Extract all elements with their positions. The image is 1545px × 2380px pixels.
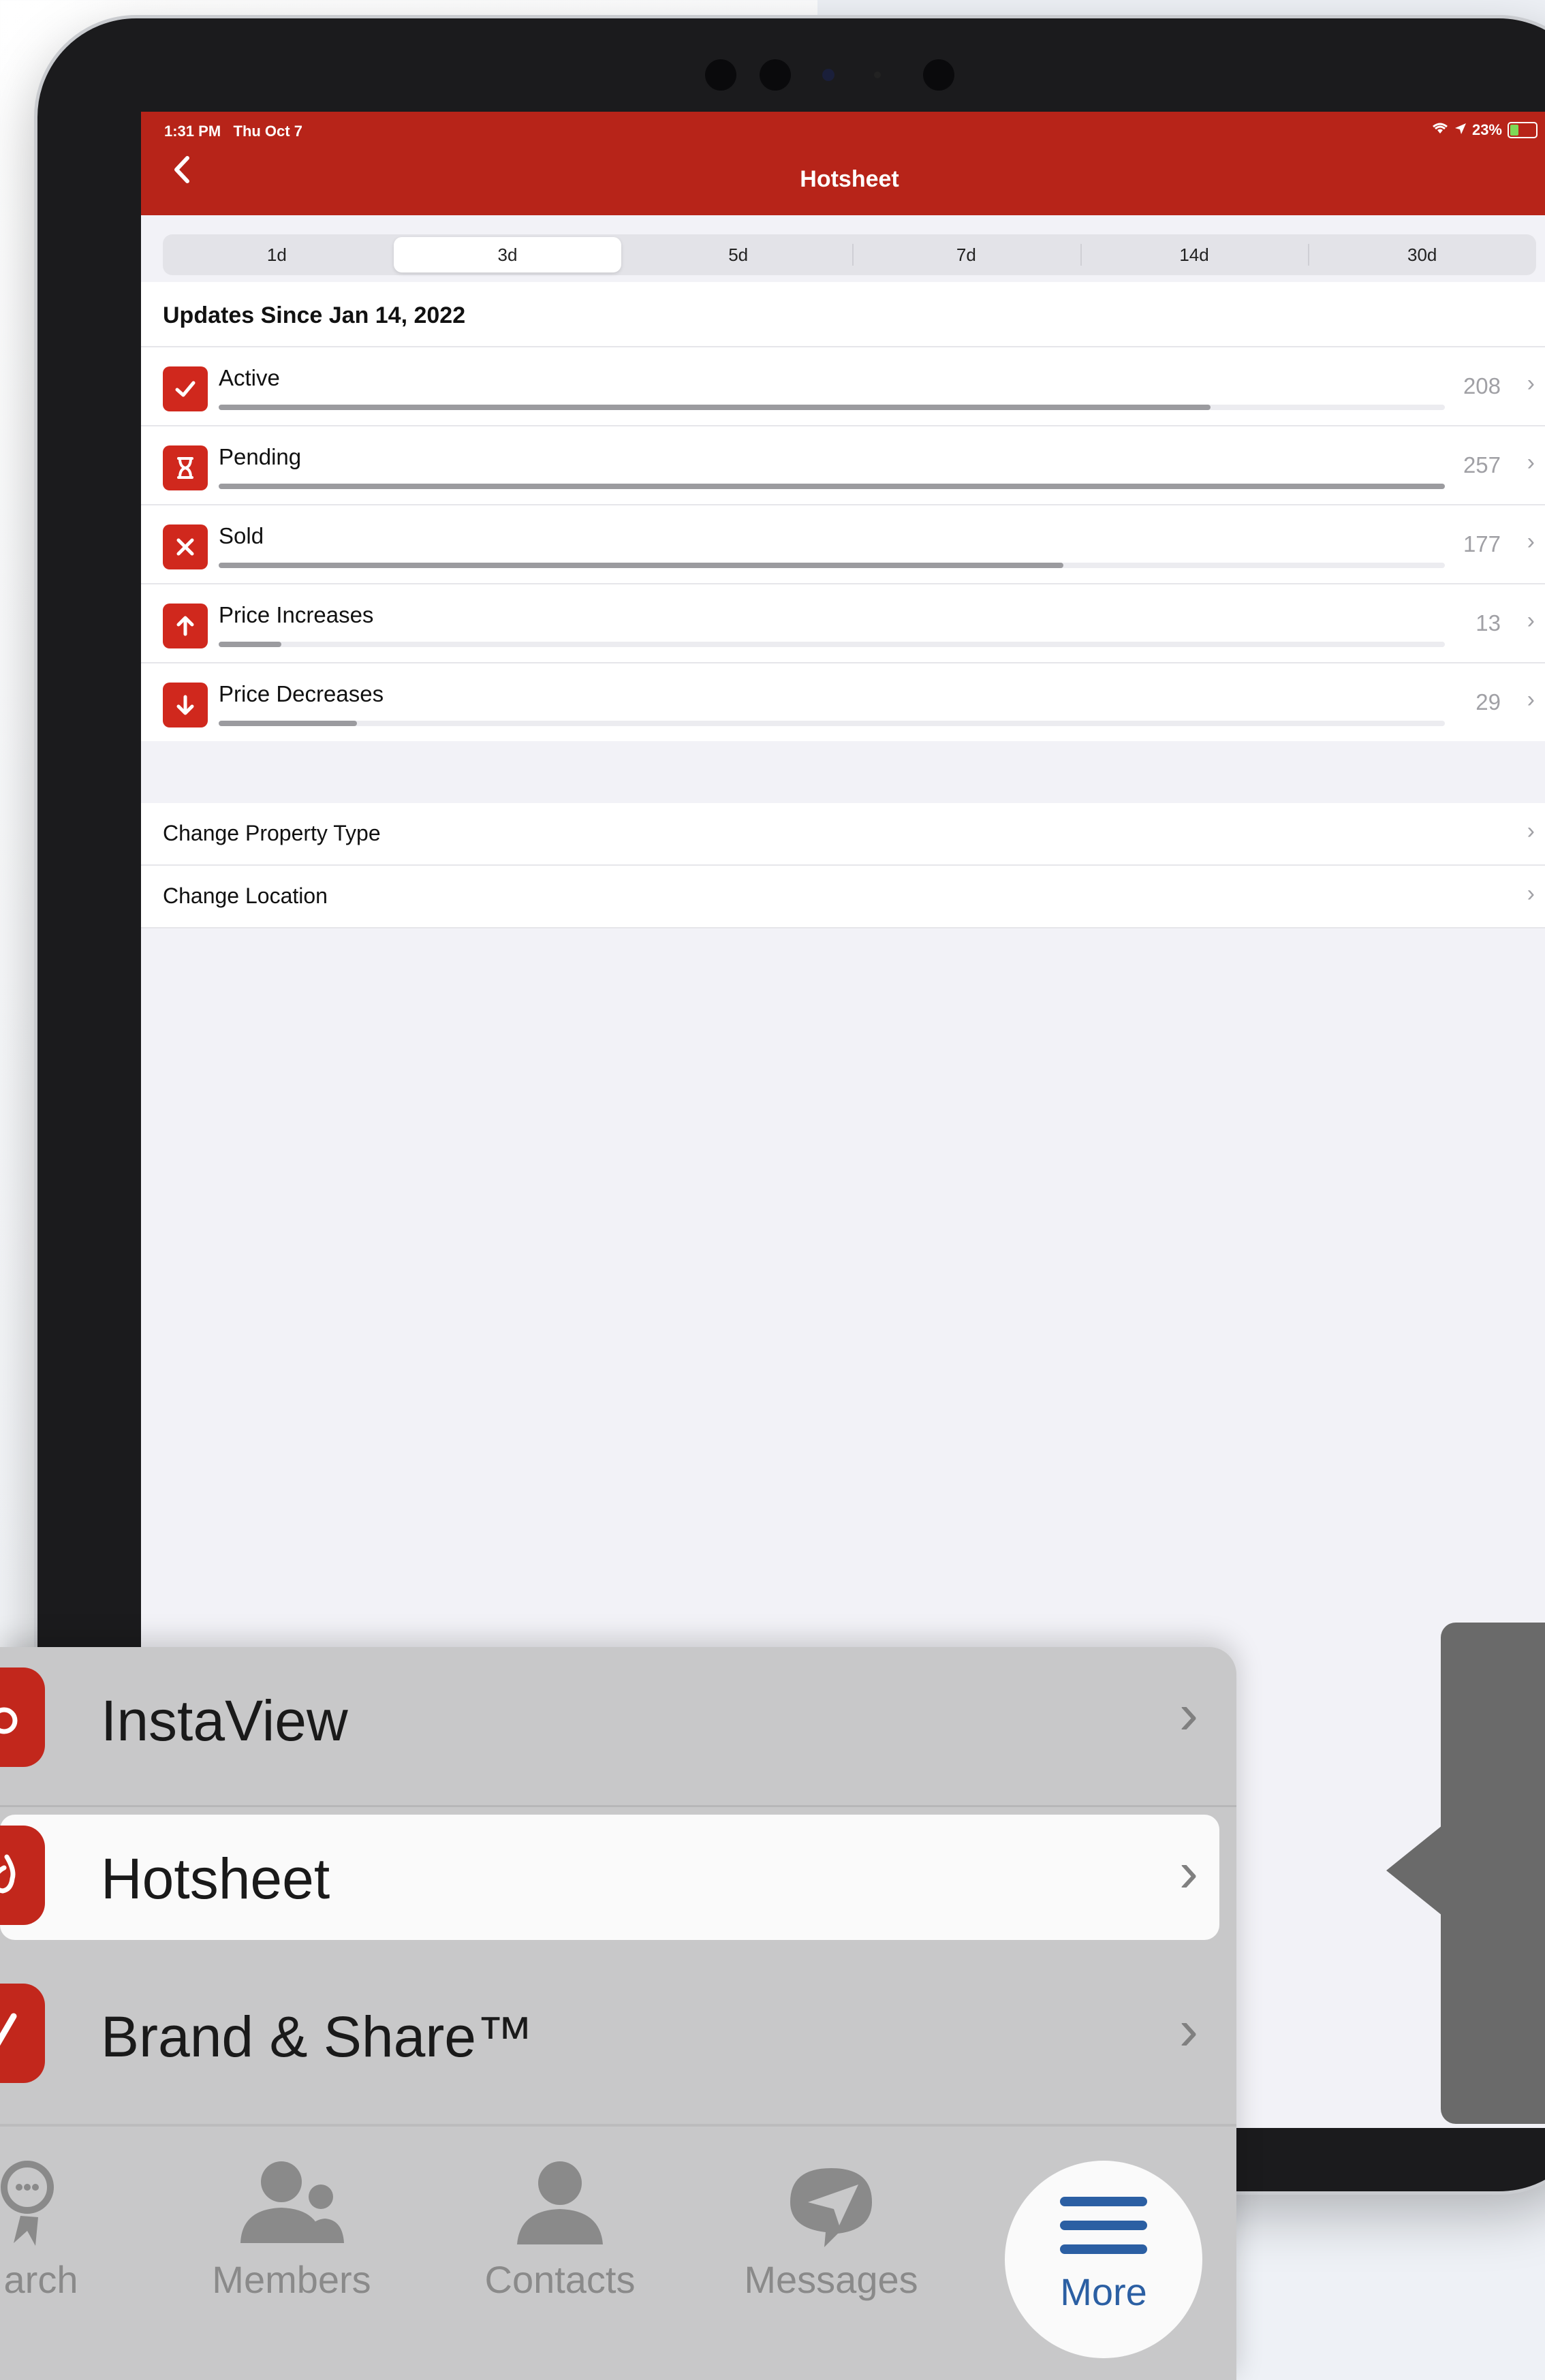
menu-item-brand-share[interactable]: Brand & Share™ › bbox=[0, 1963, 1236, 2121]
settings-row-change-location[interactable]: Change Location › bbox=[141, 866, 1545, 928]
battery-icon bbox=[1508, 122, 1538, 138]
count-bar-track bbox=[219, 642, 1445, 647]
search-icon bbox=[0, 2151, 157, 2253]
chevron-right-icon: › bbox=[1527, 371, 1535, 396]
tab-label: Members bbox=[212, 2258, 371, 2301]
count-bar-fill bbox=[219, 642, 281, 647]
status-indicators: 23% bbox=[1431, 121, 1538, 139]
menu-item-label: Hotsheet bbox=[101, 1847, 330, 1911]
tab-arch[interactable]: arch bbox=[0, 2151, 157, 2302]
tab-label: More bbox=[1060, 2270, 1147, 2313]
location-icon bbox=[1454, 121, 1467, 139]
hotsheet-icon bbox=[0, 1826, 45, 1925]
menu-icon bbox=[1005, 2161, 1202, 2270]
updates-header: Updates Since Jan 14, 2022 bbox=[141, 282, 1545, 346]
segment-7d[interactable]: 7d bbox=[852, 234, 1080, 275]
update-row-sold[interactable]: Sold 177 › bbox=[141, 504, 1545, 583]
update-row-count: 177 bbox=[1463, 531, 1501, 557]
camera-sensor-icon bbox=[822, 69, 834, 81]
instaview-icon bbox=[0, 1667, 45, 1767]
tab-label: Contacts bbox=[484, 2258, 636, 2301]
settings-row-label: Change Location bbox=[163, 883, 328, 908]
update-row-label: Price Decreases bbox=[219, 681, 384, 706]
menu-item-instaview[interactable]: InstaView › bbox=[0, 1647, 1236, 1807]
settings-row-label: Change Property Type bbox=[163, 821, 381, 845]
updates-list: Active 208 › Pending 257 › Sold 177 › Price Incre… bbox=[141, 346, 1545, 741]
wifi-icon bbox=[1431, 121, 1449, 139]
hourglass-icon bbox=[163, 445, 208, 490]
update-row-label: Pending bbox=[219, 444, 302, 469]
camera-dot-icon bbox=[874, 72, 881, 78]
tab-contacts[interactable]: Contacts bbox=[444, 2151, 676, 2302]
tooltip-callout bbox=[1441, 1623, 1545, 2124]
chevron-right-icon: › bbox=[1179, 1998, 1198, 2062]
chevron-right-icon: › bbox=[1527, 818, 1535, 844]
page-title: Hotsheet bbox=[800, 166, 899, 192]
chevron-right-icon: › bbox=[1527, 450, 1535, 475]
count-bar-fill bbox=[219, 721, 358, 726]
update-row-label: Price Increases bbox=[219, 602, 374, 627]
chevron-right-icon: › bbox=[1179, 1682, 1198, 1746]
status-time: 1:31 PM Thu Oct 7 bbox=[164, 123, 302, 140]
camera-lens-icon bbox=[923, 59, 954, 91]
members-icon bbox=[176, 2151, 407, 2253]
camera-lens-icon bbox=[760, 59, 791, 91]
messages-icon bbox=[715, 2151, 947, 2253]
tab-messages[interactable]: Messages bbox=[715, 2151, 947, 2302]
update-row-count: 208 bbox=[1463, 373, 1501, 398]
x-mark-icon bbox=[163, 524, 208, 569]
count-bar-fill bbox=[219, 405, 1211, 410]
menu-item-label: Brand & Share™ bbox=[101, 2005, 534, 2069]
arrow-down-icon bbox=[163, 683, 208, 727]
chevron-right-icon: › bbox=[1527, 608, 1535, 633]
update-row-label: Sold bbox=[219, 523, 264, 548]
chevron-right-icon: › bbox=[1527, 529, 1535, 554]
tab-label: arch bbox=[3, 2258, 78, 2301]
camera-lens-icon bbox=[705, 59, 736, 91]
update-row-count: 29 bbox=[1476, 689, 1501, 715]
more-menu-panel: InstaView › Hotsheet › Brand & Share™ › arch M… bbox=[0, 1647, 1236, 2380]
count-bar-fill bbox=[219, 484, 1445, 489]
tab-label: Messages bbox=[744, 2258, 918, 2301]
updates-header-text: Updates Since Jan 14, 2022 bbox=[163, 302, 466, 328]
update-row-label: Active bbox=[219, 365, 280, 390]
tab-members[interactable]: Members bbox=[176, 2151, 407, 2302]
update-row-price-decreases[interactable]: Price Decreases 29 › bbox=[141, 662, 1545, 741]
chevron-right-icon: › bbox=[1527, 687, 1535, 713]
camera-bar bbox=[705, 52, 1018, 93]
checkmark-icon bbox=[163, 366, 208, 411]
segment-3d[interactable]: 3d bbox=[393, 237, 622, 272]
tab-bar: arch Members Contacts Messages More bbox=[0, 2124, 1236, 2380]
menu-item-label: InstaView bbox=[101, 1689, 348, 1753]
segment-5d[interactable]: 5d bbox=[624, 234, 852, 275]
update-row-active[interactable]: Active 208 › bbox=[141, 346, 1545, 425]
time-range-segmented-control: 1d 3d 5d 7d 14d 30d bbox=[163, 234, 1536, 275]
update-row-price-increases[interactable]: Price Increases 13 › bbox=[141, 583, 1545, 662]
update-row-count: 257 bbox=[1463, 452, 1501, 477]
segment-30d[interactable]: 30d bbox=[1308, 234, 1536, 275]
segment-14d[interactable]: 14d bbox=[1080, 234, 1309, 275]
count-bar-track bbox=[219, 484, 1445, 489]
count-bar-track bbox=[219, 405, 1445, 410]
segment-1d[interactable]: 1d bbox=[163, 234, 391, 275]
update-row-count: 13 bbox=[1476, 610, 1501, 636]
arrow-up-icon bbox=[163, 604, 208, 648]
settings-row-change-property-type[interactable]: Change Property Type › bbox=[141, 803, 1545, 866]
brand-share-icon bbox=[0, 1984, 45, 2083]
menu-item-hotsheet[interactable]: Hotsheet › bbox=[0, 1805, 1236, 1963]
count-bar-track bbox=[219, 563, 1445, 568]
nav-header: 1:31 PM Thu Oct 7 23% Hotsheet bbox=[141, 112, 1545, 215]
update-row-pending[interactable]: Pending 257 › bbox=[141, 425, 1545, 504]
chevron-right-icon: › bbox=[1179, 1840, 1198, 1904]
settings-list: Change Property Type › Change Location › bbox=[141, 803, 1545, 928]
chevron-right-icon: › bbox=[1527, 881, 1535, 907]
contact-icon bbox=[444, 2151, 676, 2253]
tab-more[interactable]: More bbox=[1005, 2161, 1202, 2358]
battery-percent: 23% bbox=[1471, 121, 1502, 138]
tooltip-arrow bbox=[1386, 1826, 1442, 1915]
count-bar-fill bbox=[219, 563, 1064, 568]
count-bar-track bbox=[219, 721, 1445, 726]
